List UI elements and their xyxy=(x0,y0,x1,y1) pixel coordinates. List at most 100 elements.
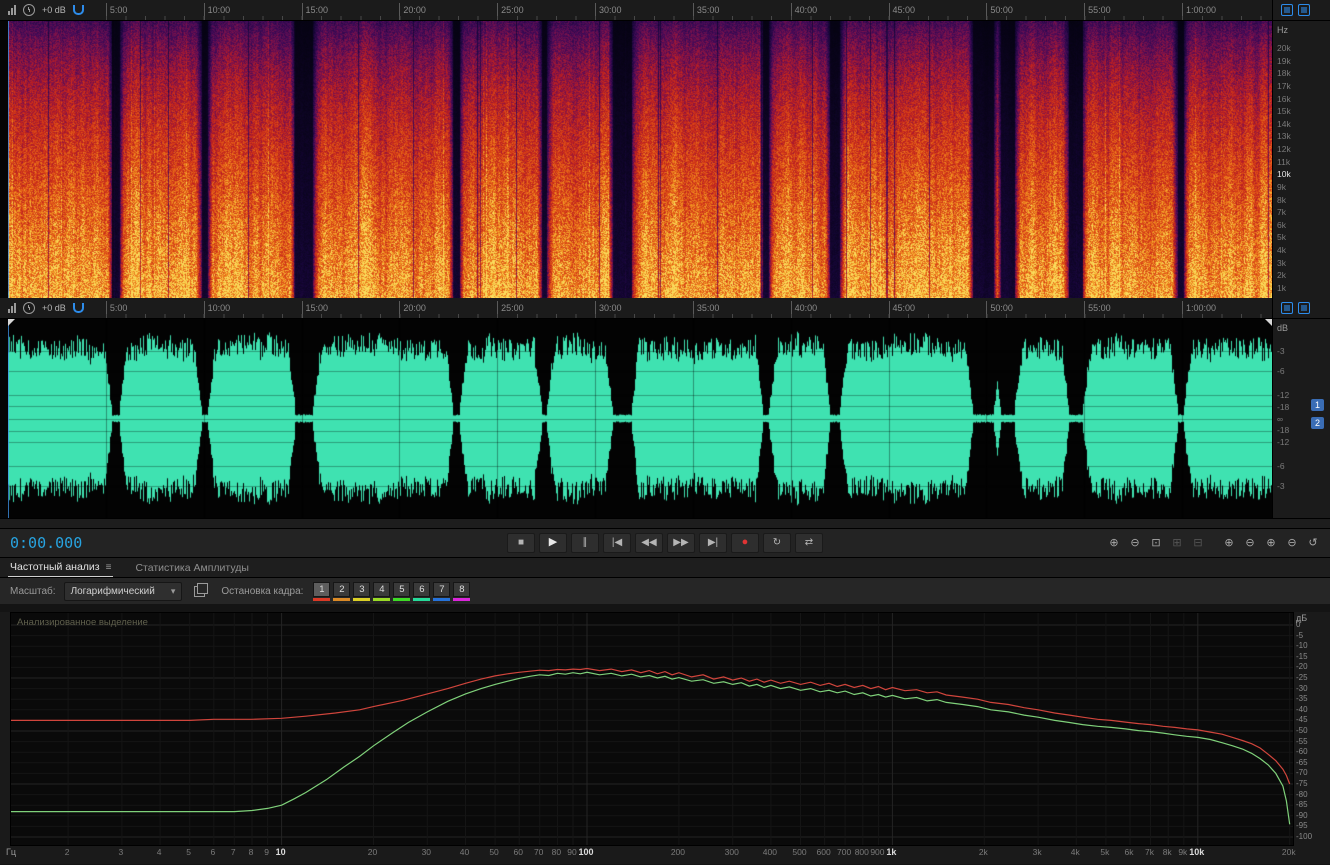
levels-icon[interactable] xyxy=(8,303,16,313)
freq-tick-label: 30 xyxy=(421,847,432,857)
panel-settings-icon[interactable] xyxy=(1298,302,1310,314)
skip-selection-button[interactable]: ⇄ xyxy=(795,533,823,553)
channel-badge[interactable]: 2 xyxy=(1311,417,1324,429)
db-tick-label: -5 xyxy=(1296,630,1304,640)
zoom-selection-in-button: ⊞ xyxy=(1172,537,1182,549)
hold-button-label: 2 xyxy=(333,581,351,597)
hold-button-5[interactable]: 5 xyxy=(393,581,411,601)
db-tick-label: -40 xyxy=(1296,704,1308,714)
hold-button-7[interactable]: 7 xyxy=(433,581,451,601)
spectrogram-view xyxy=(0,21,1272,298)
snap-magnet-icon[interactable] xyxy=(72,303,84,313)
freq-tick-label: 40 xyxy=(459,847,470,857)
tab-label: Частотный анализ xyxy=(10,561,100,573)
selection-handle-right-icon[interactable] xyxy=(1265,319,1272,326)
timeline-tick-label: 20:00 xyxy=(399,3,426,20)
channel-badge[interactable]: 1 xyxy=(1311,399,1324,411)
hold-button-label: 1 xyxy=(313,581,331,597)
hold-button-3[interactable]: 3 xyxy=(353,581,371,601)
frequency-scale: Hz 20k 19k 18k 17k 16k 15k 14k 13k 12k 11k 10k 9k 8k… xyxy=(1272,21,1330,298)
panel-toggle-icon[interactable] xyxy=(1281,4,1293,16)
frequency-tick-label: 10k xyxy=(1277,169,1291,180)
rewind-button[interactable]: ◀◀ xyxy=(635,533,663,553)
spectrogram-view-row: Hz 20k 19k 18k 17k 16k 15k 14k 13k 12k 11k 10k 9k 8k… xyxy=(0,21,1330,298)
time-display[interactable]: 0:00.000 xyxy=(10,534,82,552)
panel-menu-icon[interactable]: ≡ xyxy=(106,562,112,573)
timeline-tick-label: 30:00 xyxy=(595,3,622,20)
levels-icon[interactable] xyxy=(8,5,16,15)
hold-button-8[interactable]: 8 xyxy=(453,581,471,601)
playhead[interactable] xyxy=(8,21,9,298)
selection-handle-left-icon[interactable] xyxy=(8,319,15,326)
play-button[interactable]: ▶ xyxy=(539,533,567,553)
tab-frequency-analysis[interactable]: Частотный анализ ≡ xyxy=(8,561,114,577)
zoom-in-vertical-button[interactable]: ⊕ xyxy=(1262,535,1280,551)
zoom-reset-button[interactable]: ↺ xyxy=(1304,535,1322,551)
tab-amplitude-statistics[interactable]: Статистика Амплитуды xyxy=(133,562,250,577)
spectrogram-canvas[interactable] xyxy=(8,21,1272,298)
timeline-tick-label: 10:00 xyxy=(203,3,230,20)
panel-toggle-icon[interactable] xyxy=(1281,302,1293,314)
copy-icon[interactable] xyxy=(194,582,209,597)
hold-button-2[interactable]: 2 xyxy=(333,581,351,601)
zoom-in-horizontal-button[interactable]: ⊕ xyxy=(1220,535,1238,551)
scale-select[interactable]: Логарифмический ▾ xyxy=(63,581,183,601)
db-infinity-label: ∞ xyxy=(1277,413,1284,424)
playhead[interactable] xyxy=(8,319,9,518)
timeline-ruler[interactable]: 5:00 10:00 15:00 20:00 25:00 30:00 35:00 40:00 4… xyxy=(8,0,1272,20)
panel-settings-icon[interactable] xyxy=(1298,4,1310,16)
db-tick-label: -75 xyxy=(1296,779,1308,788)
snap-magnet-icon[interactable] xyxy=(72,5,84,15)
gain-label[interactable]: +0 dB xyxy=(42,5,66,15)
freq-tick-label: 20k xyxy=(1281,847,1296,857)
zoom-to-selection-button[interactable]: ⊡ xyxy=(1147,535,1165,551)
freq-tick-label: 2k xyxy=(978,847,988,857)
freq-tick-label: 5 xyxy=(186,847,192,857)
freq-tick-label: 300 xyxy=(724,847,739,857)
hold-button-6[interactable]: 6 xyxy=(413,581,431,601)
pause-button[interactable]: ∥ xyxy=(571,533,599,553)
stop-button[interactable]: ■ xyxy=(507,533,535,553)
frequency-tick-label: 18k xyxy=(1277,68,1291,79)
fast-forward-button[interactable]: ▶▶ xyxy=(667,533,695,553)
zoom-out-button[interactable]: ⊖ xyxy=(1126,535,1144,551)
clock-icon[interactable] xyxy=(23,302,35,314)
timeline-tick-label: 45:00 xyxy=(888,301,915,318)
analysis-controls: Масштаб: Логарифмический ▾ Остановка кад… xyxy=(0,578,1330,604)
zoom-out-horizontal-button[interactable]: ⊖ xyxy=(1241,535,1259,551)
hold-button-1[interactable]: 1 xyxy=(313,581,331,601)
waveform-canvas[interactable] xyxy=(8,319,1272,518)
record-button[interactable]: ● xyxy=(731,533,759,553)
db-tick-label: -30 xyxy=(1296,683,1308,693)
zoom-in-button[interactable]: ⊕ xyxy=(1105,535,1123,551)
db-tick-label: -100 xyxy=(1296,832,1313,841)
freq-tick-label: 5k xyxy=(1100,847,1110,857)
hold-button-4[interactable]: 4 xyxy=(373,581,391,601)
frequency-curves xyxy=(11,613,1293,845)
freq-tick-label: 7 xyxy=(230,847,236,857)
frequency-tick-label: 3k xyxy=(1277,257,1286,268)
zoom-out-vertical-button[interactable]: ⊖ xyxy=(1283,535,1301,551)
frequency-graph[interactable]: Анализированное выделение xyxy=(10,612,1294,846)
timeline-ruler[interactable]: 5:00 10:00 15:00 20:00 25:00 30:00 35:00 40:00 4… xyxy=(8,298,1272,318)
clock-icon[interactable] xyxy=(23,4,35,16)
skip-to-end-button[interactable]: ▶| xyxy=(699,533,727,553)
loop-playback-button[interactable]: ↻ xyxy=(763,533,791,553)
hold-button-label: 4 xyxy=(373,581,391,597)
freq-tick-label: 2 xyxy=(64,847,70,857)
gain-label[interactable]: +0 dB xyxy=(42,303,66,313)
freq-tick-label: 10k xyxy=(1189,847,1205,857)
hold-color-bar xyxy=(453,597,471,601)
skip-to-start-button[interactable]: |◀ xyxy=(603,533,631,553)
timeline-tick-label: 35:00 xyxy=(692,301,719,318)
db-tick-label: -95 xyxy=(1296,821,1308,831)
horizontal-scrollbar[interactable] xyxy=(0,518,1330,529)
freq-tick-label: 9k xyxy=(1178,847,1188,857)
frequency-tick-label: 14k xyxy=(1277,118,1291,129)
db-tick-label: -90 xyxy=(1296,810,1308,820)
timeline-tick-label: 55:00 xyxy=(1084,301,1111,318)
waveform-view-row: dB -3 -3 -6 -6 -12 -12 -18 -18 ∞ 1 2 xyxy=(0,319,1330,518)
freq-tick-label: 9 xyxy=(264,847,269,857)
frequency-tick-label: 11k xyxy=(1277,156,1291,167)
frequency-tick-label: 2k xyxy=(1277,270,1286,281)
